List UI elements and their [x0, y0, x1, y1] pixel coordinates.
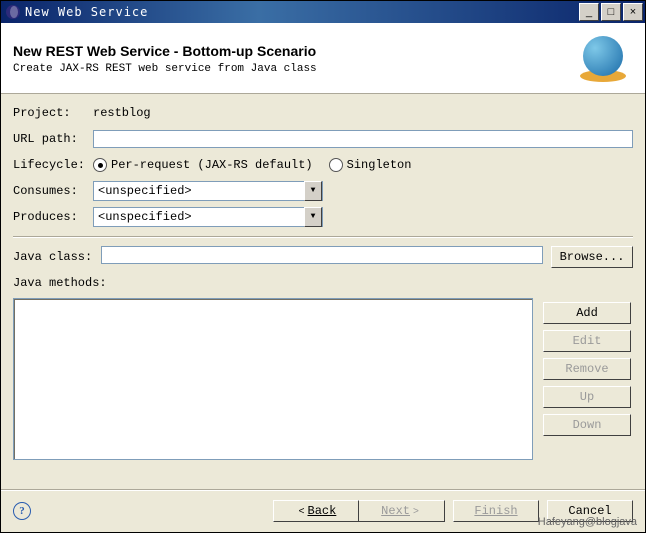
- browse-button[interactable]: Browse...: [551, 246, 633, 268]
- java-class-input[interactable]: [101, 246, 543, 264]
- combo-value: <unspecified>: [94, 184, 304, 198]
- back-button[interactable]: <Back: [273, 500, 359, 522]
- lifecycle-per-request-radio[interactable]: Per-request (JAX-RS default): [93, 158, 313, 172]
- globe-icon: [573, 31, 633, 87]
- java-methods-list[interactable]: [13, 298, 533, 460]
- watermark: Hafeyang@blogjava: [538, 516, 637, 528]
- close-button[interactable]: ×: [623, 3, 643, 21]
- produces-combo[interactable]: <unspecified> ▼: [93, 207, 323, 227]
- lifecycle-label: Lifecycle:: [13, 158, 93, 172]
- window-controls: _ □ ×: [577, 3, 643, 21]
- page-subtitle: Create JAX-RS REST web service from Java…: [13, 63, 573, 75]
- consumes-combo[interactable]: <unspecified> ▼: [93, 181, 323, 201]
- url-path-input[interactable]: [93, 130, 633, 148]
- minimize-button[interactable]: _: [579, 3, 599, 21]
- divider: [13, 236, 633, 238]
- page-title: New REST Web Service - Bottom-up Scenari…: [13, 43, 573, 59]
- project-label: Project:: [13, 106, 93, 120]
- java-methods-label: Java methods:: [13, 276, 107, 290]
- add-button[interactable]: Add: [543, 302, 631, 324]
- lifecycle-singleton-radio[interactable]: Singleton: [329, 158, 412, 172]
- consumes-label: Consumes:: [13, 184, 93, 198]
- url-path-label: URL path:: [13, 132, 93, 146]
- radio-label: Singleton: [347, 158, 412, 172]
- radio-icon: [329, 158, 343, 172]
- project-value: restblog: [93, 106, 633, 120]
- title-bar[interactable]: New Web Service _ □ ×: [1, 1, 645, 23]
- chevron-down-icon: ▼: [304, 181, 322, 201]
- edit-button[interactable]: Edit: [543, 330, 631, 352]
- down-button[interactable]: Down: [543, 414, 631, 436]
- dialog-window: New Web Service _ □ × New REST Web Servi…: [0, 0, 646, 533]
- maximize-button[interactable]: □: [601, 3, 621, 21]
- radio-label: Per-request (JAX-RS default): [111, 158, 313, 172]
- up-button[interactable]: Up: [543, 386, 631, 408]
- finish-button[interactable]: Finish: [453, 500, 539, 522]
- java-class-label: Java class:: [13, 250, 101, 264]
- window-title: New Web Service: [25, 5, 577, 19]
- produces-label: Produces:: [13, 210, 93, 224]
- form-body: Project: restblog URL path: Lifecycle: P…: [1, 94, 645, 472]
- eclipse-icon: [5, 4, 21, 20]
- next-button[interactable]: Next>: [359, 500, 445, 522]
- combo-value: <unspecified>: [94, 210, 304, 224]
- help-icon[interactable]: ?: [13, 502, 31, 520]
- chevron-down-icon: ▼: [304, 207, 322, 227]
- remove-button[interactable]: Remove: [543, 358, 631, 380]
- dialog-header: New REST Web Service - Bottom-up Scenari…: [1, 23, 645, 94]
- radio-icon: [93, 158, 107, 172]
